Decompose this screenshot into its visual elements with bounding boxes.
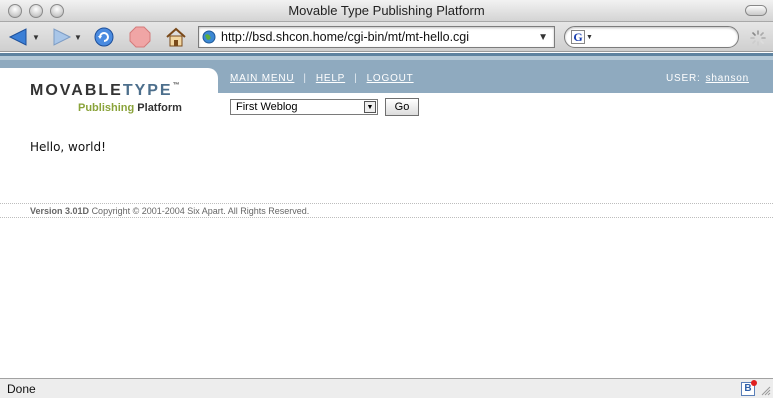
logo-trademark: ™ <box>172 82 182 89</box>
logo-sub-platform: Platform <box>137 102 182 114</box>
address-dropdown-icon[interactable]: ▼ <box>538 32 548 43</box>
forward-arrow-icon <box>53 28 72 46</box>
toolbar-toggle-button[interactable] <box>745 5 767 16</box>
status-text: Done <box>7 382 36 396</box>
movabletype-logo[interactable]: MOVABLETYPE™ <box>30 82 182 100</box>
address-url[interactable]: http://bsd.shcon.home/cgi-bin/mt/mt-hell… <box>221 30 538 44</box>
nav-separator: | <box>354 73 358 84</box>
forward-button[interactable]: ▼ <box>48 25 84 49</box>
nav-logout-link[interactable]: LOGOUT <box>367 73 414 84</box>
back-history-dropdown-icon[interactable]: ▼ <box>32 33 40 42</box>
hello-message: Hello, world! <box>30 140 106 154</box>
back-button[interactable]: ▼ <box>6 25 42 49</box>
search-field[interactable]: G ▼ <box>564 26 739 48</box>
browser-toolbar: ▼ ▼ http://bsd.shcon.home/cgi-bin/mt/mt-… <box>0 22 773 52</box>
logo-word-movable: MOVABLE <box>30 82 123 99</box>
spinner-icon <box>750 30 766 46</box>
resize-grip-icon[interactable] <box>761 386 771 396</box>
logo-word-type: TYPE <box>122 82 173 99</box>
nav-separator: | <box>303 73 307 84</box>
google-icon[interactable]: G <box>571 30 585 44</box>
reload-icon <box>94 27 114 47</box>
user-name-link[interactable]: shanson <box>706 73 749 84</box>
user-label: USER: <box>666 73 701 84</box>
status-bar: Done B <box>0 378 773 398</box>
search-engine-dropdown-icon[interactable]: ▼ <box>586 34 593 41</box>
go-button[interactable]: Go <box>385 98 419 116</box>
logo-sub-publishing: Publishing <box>78 102 135 114</box>
main-nav: MAIN MENU | HELP | LOGOUT <box>230 73 414 84</box>
footer: Version 3.01D Copyright © 2001-2004 Six … <box>30 206 309 216</box>
window-title: Movable Type Publishing Platform <box>288 3 485 18</box>
footer-version: Version 3.01D <box>30 206 90 216</box>
footer-divider-top <box>0 203 773 204</box>
blog-select-value: First Weblog <box>236 101 298 113</box>
globe-icon <box>202 30 216 44</box>
forward-history-dropdown-icon[interactable]: ▼ <box>74 33 82 42</box>
window-titlebar: Movable Type Publishing Platform <box>0 0 773 22</box>
address-bar[interactable]: http://bsd.shcon.home/cgi-bin/mt/mt-hell… <box>198 26 555 48</box>
status-alert-dot <box>751 380 757 386</box>
chevron-down-icon: ▼ <box>364 101 376 113</box>
stop-icon <box>129 26 151 48</box>
home-button[interactable] <box>163 25 189 49</box>
nav-help-link[interactable]: HELP <box>316 73 345 84</box>
footer-copyright: Copyright © 2001-2004 Six Apart. All Rig… <box>91 206 310 216</box>
back-arrow-icon <box>8 28 27 46</box>
blog-select[interactable]: First Weblog ▼ <box>230 99 378 115</box>
stop-button[interactable] <box>127 25 153 49</box>
footer-divider-bottom <box>0 217 773 218</box>
nav-main-menu-link[interactable]: MAIN MENU <box>230 73 294 84</box>
user-indicator: USER: shanson <box>666 73 749 84</box>
reload-button[interactable] <box>91 25 117 49</box>
home-icon <box>166 27 186 47</box>
logo-subtitle: Publishing Platform <box>78 102 182 114</box>
